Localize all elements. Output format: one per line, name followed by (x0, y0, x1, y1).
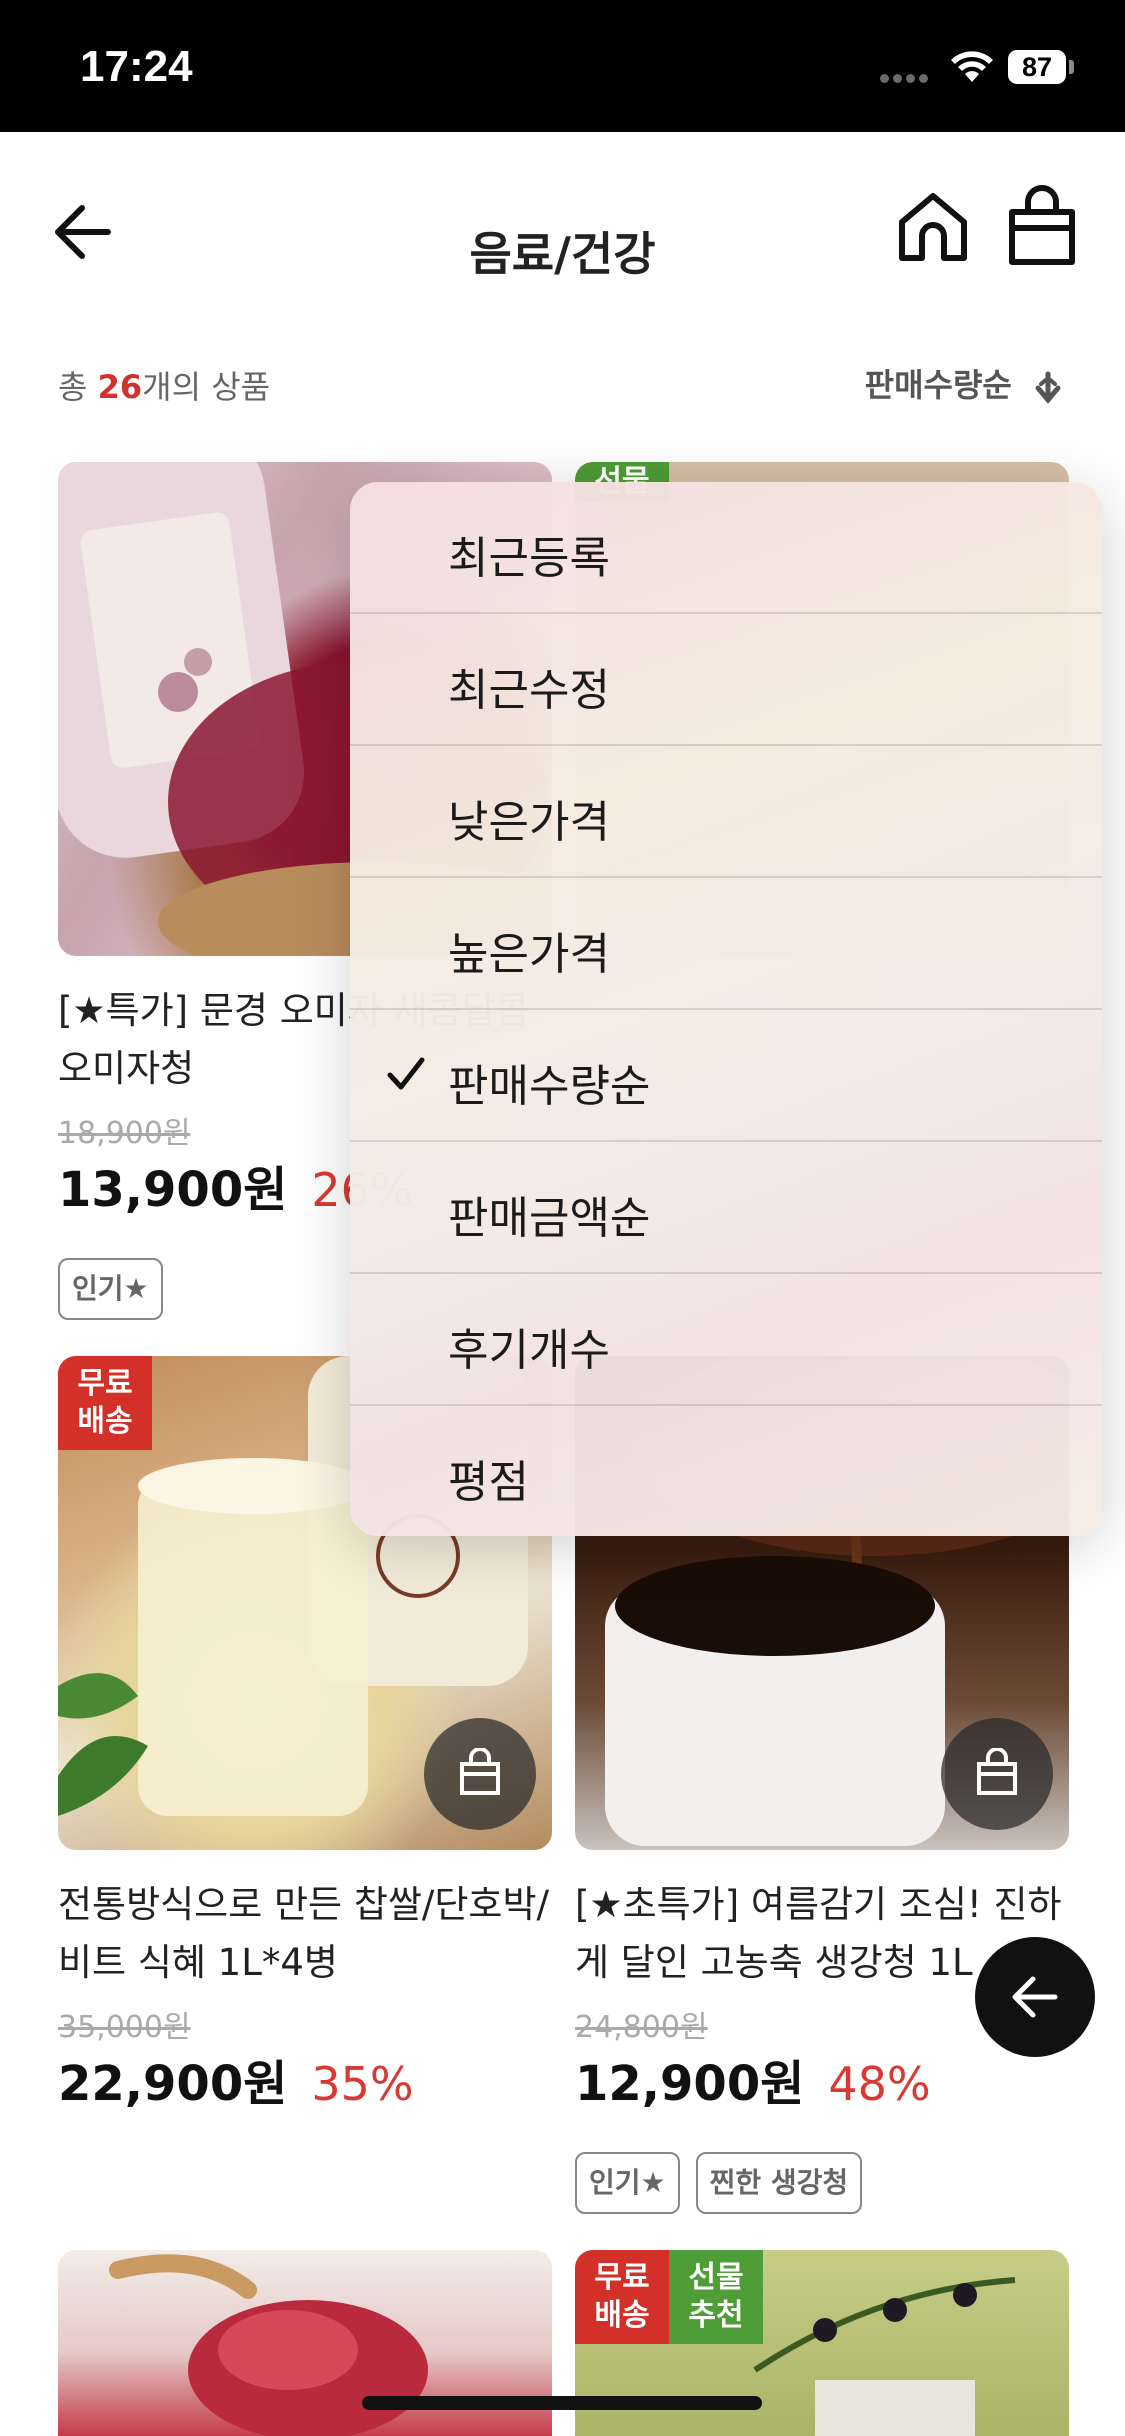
checkmark-icon (387, 1057, 425, 1090)
sort-arrow-icon (1035, 371, 1061, 404)
product-name[interactable]: 전통방식으로 만든 찹쌀/단호박/비트 식혜 1L*4병 (58, 1876, 552, 1992)
sort-option-label: 판매수량순 (448, 1061, 651, 1112)
wifi-icon (951, 51, 993, 82)
count-value: 26 (97, 368, 143, 406)
original-price: 24,800원 (575, 2010, 708, 2045)
cellular-signal-icon (880, 68, 936, 83)
original-price: 35,000원 (58, 2010, 191, 2045)
sort-option-rating[interactable]: 평점 (350, 1406, 1102, 1536)
back-arrow-icon (1012, 1976, 1058, 2018)
gift-badge: 선물 추천 (669, 2250, 763, 2344)
home-indicator[interactable] (362, 2396, 762, 2410)
add-to-cart-button[interactable] (424, 1718, 536, 1830)
shopping-bag-icon[interactable] (1002, 184, 1082, 270)
badge-group: 무료 배송 선물 추천 (575, 2250, 763, 2344)
sort-option-label: 최근등록 (448, 533, 610, 584)
discount-rate: 35% (311, 2057, 414, 2111)
sort-label: 판매수량순 (864, 366, 1012, 404)
count-suffix: 개의 상품 (142, 368, 271, 406)
original-price: 18,900원 (58, 1116, 191, 1151)
sort-option-label: 낮은가격 (448, 797, 610, 848)
add-to-cart-button[interactable] (941, 1718, 1053, 1830)
sort-option-sales-quantity[interactable]: 판매수량순 (350, 1010, 1102, 1142)
sort-option-label: 판매금액순 (448, 1193, 651, 1244)
sale-price: 13,900원 (58, 1162, 288, 1218)
product-tags: 인기★ 찐한 생강청 (575, 2152, 878, 2214)
price-line: 22,900원 35% (58, 2044, 414, 2114)
sort-option-recent-registered[interactable]: 최근등록 (350, 482, 1102, 614)
tag-badge[interactable]: 찐한 생강청 (695, 2152, 863, 2214)
sort-option-label: 평점 (448, 1457, 529, 1508)
sort-option-label: 후기개수 (448, 1325, 610, 1376)
sort-option-review-count[interactable]: 후기개수 (350, 1274, 1102, 1406)
floating-back-button[interactable] (975, 1937, 1095, 2057)
discount-rate: 48% (828, 2057, 931, 2111)
status-time: 17:24 (80, 42, 193, 91)
sort-option-recent-modified[interactable]: 최근수정 (350, 614, 1102, 746)
sort-menu: 최근등록 최근수정 낮은가격 높은가격 판매수량순 판매금액순 후기개수 평점 (350, 482, 1102, 1536)
sort-dropdown-button[interactable]: 판매수량순 (865, 360, 1063, 406)
price-line: 12,900원 48% (575, 2044, 931, 2114)
sort-option-label: 높은가격 (448, 929, 610, 980)
tag-badge[interactable]: 인기★ (58, 1258, 163, 1320)
product-count: 총 26개의 상품 (58, 362, 270, 408)
sort-option-sales-amount[interactable]: 판매금액순 (350, 1142, 1102, 1274)
sort-option-high-price[interactable]: 높은가격 (350, 878, 1102, 1010)
home-icon[interactable] (890, 184, 976, 270)
sale-price: 12,900원 (575, 2056, 805, 2112)
sale-price: 22,900원 (58, 2056, 288, 2112)
status-bar: 17:24 87 (0, 0, 1125, 132)
nav-header: 음료/건강 (0, 132, 1125, 312)
shopping-bag-icon (460, 1748, 500, 1795)
sort-option-low-price[interactable]: 낮은가격 (350, 746, 1102, 878)
free-shipping-badge: 무료 배송 (575, 2250, 669, 2344)
product-tags: 인기★ (58, 1258, 179, 1320)
badge-group: 무료 배송 (58, 1356, 152, 1450)
sort-option-label: 최근수정 (448, 665, 610, 716)
tag-badge[interactable]: 인기★ (575, 2152, 680, 2214)
battery-level: 87 (1008, 50, 1066, 84)
battery-tip (1069, 60, 1074, 74)
free-shipping-badge: 무료 배송 (58, 1356, 152, 1450)
count-prefix: 총 (58, 368, 98, 406)
shopping-bag-icon (977, 1748, 1017, 1795)
